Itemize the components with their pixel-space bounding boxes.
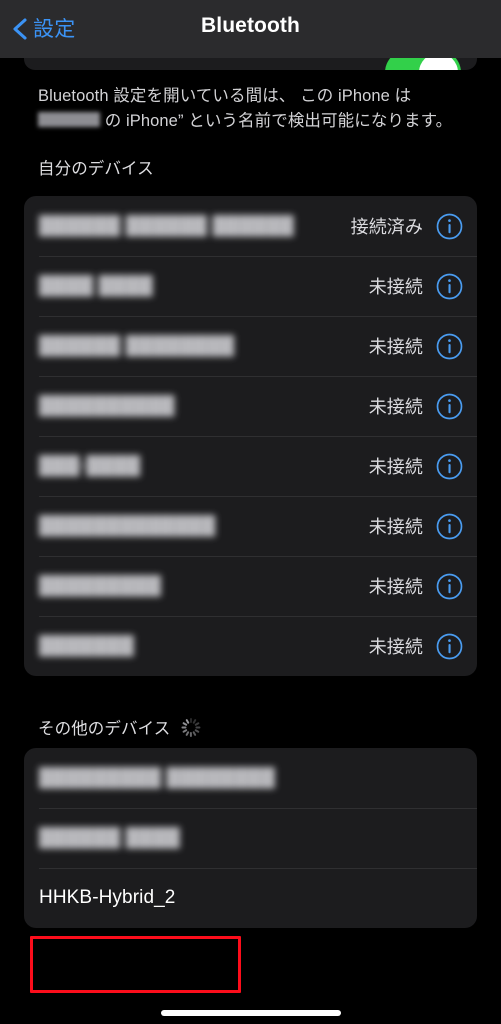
info-icon[interactable] (436, 573, 463, 600)
annotation-highlight-rectangle (30, 936, 241, 993)
device-row[interactable]: ████ ████ 未接続 (24, 256, 477, 316)
settings-content: Bluetooth 設定を開いている間は、 この iPhone は の iPho… (0, 58, 501, 1024)
device-name: ███████ (39, 635, 134, 656)
discoverability-footnote: Bluetooth 設定を開いている間は、 この iPhone は の iPho… (38, 84, 466, 134)
other-devices-list: █████████ ████████ ██████ ████ HHKB-Hybrid… (24, 748, 477, 928)
device-row[interactable]: ██████████ 未接続 (24, 376, 477, 436)
device-row[interactable]: HHKB-Hybrid_2 (24, 868, 477, 928)
info-icon[interactable] (436, 333, 463, 360)
info-icon[interactable] (436, 273, 463, 300)
redacted-device-name (38, 112, 100, 127)
info-icon[interactable] (436, 633, 463, 660)
device-row[interactable]: ███████ 未接続 (24, 616, 477, 676)
home-indicator (160, 1010, 341, 1016)
device-row[interactable]: ██████ ████████ 未接続 (24, 316, 477, 376)
iphone-screen: 設定 Bluetooth Bluetooth 設定を開いている間は、 この iP… (0, 0, 501, 1024)
device-connection-status: 未接続 (368, 277, 423, 297)
section-header-my-devices: 自分のデバイス (38, 155, 154, 179)
device-name: ██████ ██████ ██████ (39, 215, 294, 236)
spinner-spoke (189, 731, 192, 737)
device-row[interactable]: ██████ ██████ ██████ 接続済み (24, 196, 477, 256)
device-connection-status: 未接続 (368, 337, 423, 357)
page-title: Bluetooth (201, 14, 300, 37)
activity-spinner-icon (181, 717, 201, 737)
device-name: ██████ ████████ (39, 335, 235, 356)
device-row[interactable]: ███-████ 未接続 (24, 436, 477, 496)
info-icon[interactable] (436, 393, 463, 420)
device-row[interactable]: █████████████ 未接続 (24, 496, 477, 556)
device-name: ███-████ (39, 455, 141, 476)
info-icon[interactable] (436, 453, 463, 480)
info-icon[interactable] (436, 513, 463, 540)
section-header-other-devices: その他のデバイス (38, 715, 201, 739)
device-connection-status: 未接続 (368, 457, 423, 477)
info-icon[interactable] (436, 213, 463, 240)
device-connection-status: 未接続 (368, 517, 423, 537)
my-devices-list: ██████ ██████ ██████ 接続済み ████ ████ 未接続 ████… (24, 196, 477, 676)
device-name: █████████ ████████ (39, 767, 275, 788)
device-row[interactable]: █████████ 未接続 (24, 556, 477, 616)
footnote-line1: Bluetooth 設定を開いている間は、 この iPhone は (38, 87, 412, 105)
device-row[interactable]: ██████ ████ (24, 808, 477, 868)
device-connection-status: 未接続 (368, 577, 423, 597)
device-connection-status: 未接続 (368, 397, 423, 417)
spinner-spoke (181, 726, 187, 728)
section-header-label: 自分のデバイス (38, 160, 154, 178)
device-connection-status: 未接続 (368, 637, 423, 657)
navigation-bar: 設定 Bluetooth (0, 0, 501, 58)
device-name: ██████ ████ (39, 827, 180, 848)
device-row[interactable]: █████████ ████████ (24, 748, 477, 808)
device-name: ████ ████ (39, 275, 153, 296)
device-name: ██████████ (39, 395, 175, 416)
section-header-label: その他のデバイス (38, 720, 171, 738)
device-name: █████████████ (39, 515, 216, 536)
device-name: █████████ (39, 575, 162, 596)
spinner-spoke (194, 726, 201, 728)
device-name: HHKB-Hybrid_2 (39, 887, 176, 908)
device-connection-status: 接続済み (350, 217, 423, 237)
footnote-line2: の iPhone” という名前で検出可能になります。 (104, 112, 453, 130)
